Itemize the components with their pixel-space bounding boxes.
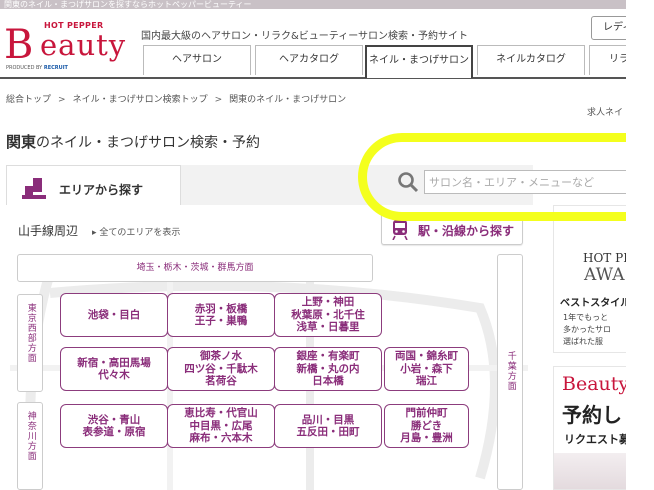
tab-hair-catalog[interactable]: ヘアカタログ (255, 45, 363, 75)
jobs-link[interactable]: 求人ネイ (587, 105, 623, 118)
header-tagline: 国内最大級のヘアサロン・リラク&ビューティーサロン検索・予約サイト (141, 31, 468, 42)
direction-chiba[interactable]: 千葉方面 (497, 254, 523, 490)
area-icon (22, 178, 46, 199)
nav-divider (0, 77, 626, 79)
breadcrumb-item-nail-top[interactable]: ネイル・まつげサロン検索トップ (73, 95, 208, 105)
area-button-ebisu[interactable]: 恵比寿・代官山 中目黒・広尾 麻布・六本木 (167, 404, 275, 448)
show-all-areas-link[interactable]: ▸ 全てのエリアを表示 (92, 225, 180, 238)
svg-text:B: B (4, 23, 33, 63)
tab-nail-eyelash-salon[interactable]: ネイル・まつげサロン (365, 45, 473, 78)
top-strip: 関東のネイル・まつげサロンを探すならホットペッパービューティー (0, 0, 626, 9)
area-button-akabane[interactable]: 赤羽・板橋 王子・巣鴨 (167, 293, 275, 337)
area-button-monzennakacho[interactable]: 門前仲町 勝どき 月島・豊洲 (384, 404, 469, 448)
page-title: 関東のネイル・まつげサロン検索・予約 (6, 133, 261, 151)
region-name: 山手線周辺 (18, 224, 79, 238)
tab-hair-salon[interactable]: ヘアサロン (143, 45, 251, 75)
train-icon (392, 220, 408, 240)
breadcrumb-item-top[interactable]: 総合トップ (6, 95, 51, 105)
search-by-station-label: 駅・沿線から探す (418, 224, 515, 238)
logo-b-icon: B (4, 23, 33, 63)
logo-produced-by: PRODUCED BY RECRUIT (6, 65, 68, 71)
tab-search-by-area[interactable]: エリアから探す (6, 165, 181, 205)
breadcrumb: 総合トップ > ネイル・まつげサロン検索トップ > 関東のネイル・まつげサロン (6, 95, 347, 105)
direction-kanagawa[interactable]: 神奈川方面 (17, 402, 43, 490)
area-button-ikebukuro[interactable]: 池袋・目白 (60, 293, 168, 337)
breadcrumb-item-current: 関東のネイル・まつげサロン (229, 95, 347, 105)
direction-saitama[interactable]: 埼玉・栃木・茨城・群馬方面 (17, 254, 373, 282)
direction-tokyo-west[interactable]: 東京西部方面 (17, 294, 43, 392)
salon-search-input[interactable] (424, 170, 634, 194)
area-button-shibuya[interactable]: 渋谷・青山 表参道・原宿 (60, 404, 168, 448)
area-button-shinjuku[interactable]: 新宿・高田馬場 代々木 (60, 347, 168, 391)
area-button-ochanomizu[interactable]: 御茶ノ水 四ツ谷・千駄木 茗荷谷 (167, 347, 275, 391)
hotpepper-beauty-logo[interactable]: B HOT PEPPER eauty PRODUCED BY RECRUIT (4, 20, 130, 72)
logo-beauty-text: eauty (40, 28, 127, 62)
area-button-ginza[interactable]: 銀座・有楽町 新橋・丸の内 日本橋 (274, 347, 382, 391)
page: 関東のネイル・まつげサロンを探すならホットペッパービューティー B HOT PE… (0, 0, 654, 490)
tab-nail-catalog[interactable]: ネイルカタログ (477, 45, 585, 75)
right-edge-mask (626, 0, 654, 490)
area-button-shinagawa[interactable]: 品川・目黒 五反田・田町 (274, 404, 382, 448)
area-button-ryogoku[interactable]: 両国・錦糸町 小岩・森下 瑞江 (384, 347, 469, 391)
tab-search-by-area-label: エリアから探す (59, 183, 144, 197)
area-button-ueno[interactable]: 上野・神田 秋葉原・北千住 浅草・日暮里 (274, 293, 382, 337)
search-icon[interactable] (397, 171, 419, 193)
